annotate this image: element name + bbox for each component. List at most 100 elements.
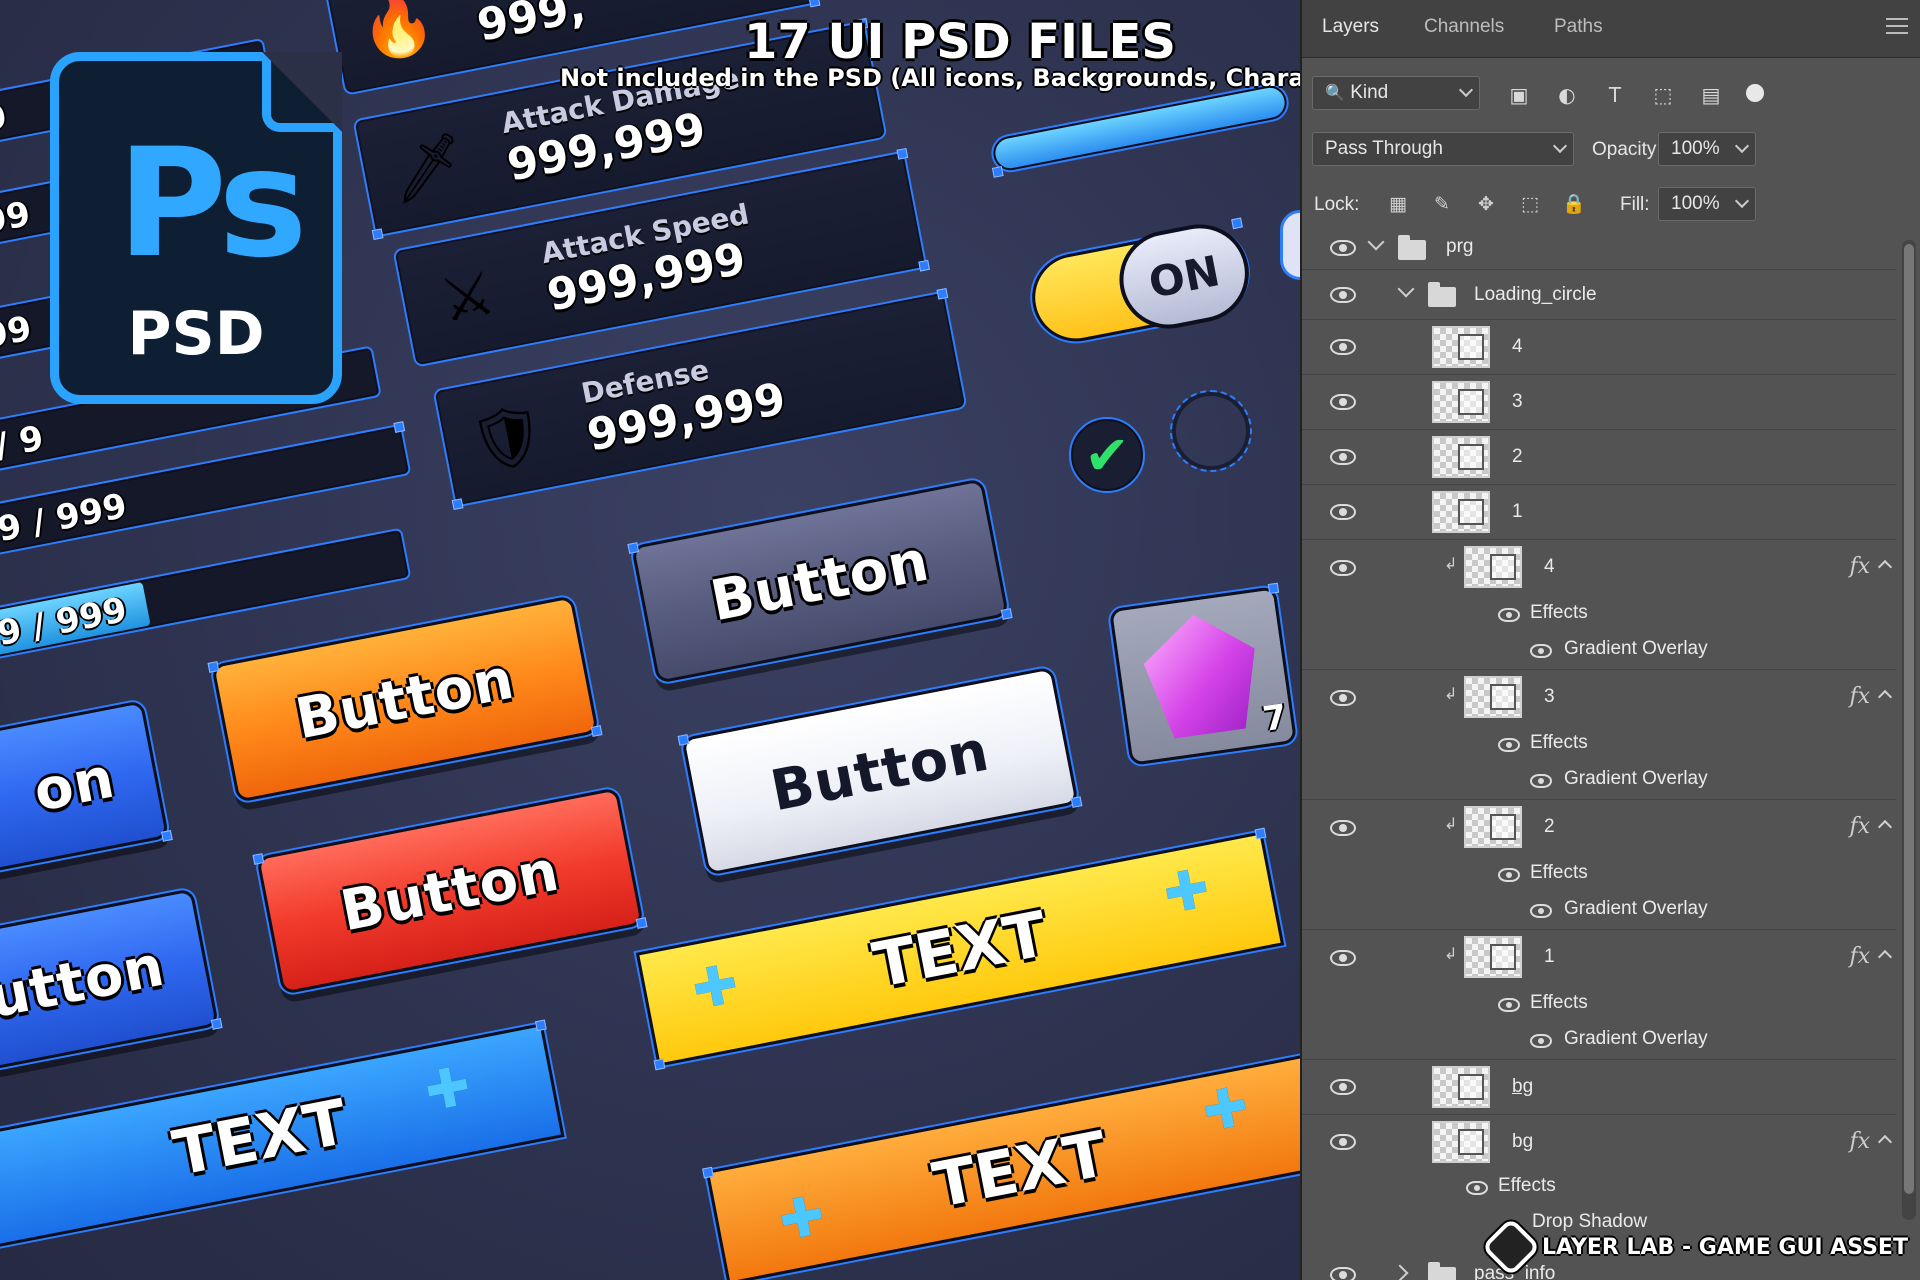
type-filter-icon[interactable]: T <box>1602 82 1628 108</box>
layer-row[interactable]: 3 <box>1302 375 1896 430</box>
selection-handle[interactable] <box>627 542 640 554</box>
button-blue-bottom[interactable]: utton <box>0 885 223 1097</box>
chevron-up-icon[interactable] <box>1877 949 1893 965</box>
visibility-eye-icon[interactable] <box>1498 868 1520 882</box>
chevron-up-icon[interactable] <box>1877 1134 1893 1150</box>
visibility-eye-icon[interactable] <box>1530 644 1552 658</box>
chevron-down-icon[interactable] <box>1397 280 1415 298</box>
smart-object-filter-icon[interactable]: ▤ <box>1698 82 1724 108</box>
visibility-eye-icon[interactable] <box>1330 1134 1356 1150</box>
selection-handle[interactable] <box>590 725 603 737</box>
visibility-eye-icon[interactable] <box>1330 820 1356 836</box>
visibility-eye-icon[interactable] <box>1330 690 1356 706</box>
layer-row-clipped[interactable]: ↲ 2 fx Effects Gradient Overlay <box>1302 800 1896 930</box>
selection-handle[interactable] <box>653 1058 666 1071</box>
selection-handle[interactable] <box>702 1166 714 1179</box>
ribbon-orange[interactable]: ✚ ✚ TEXT <box>702 1049 1300 1280</box>
pixel-filter-icon[interactable]: ▣ <box>1506 82 1532 108</box>
tab-channels[interactable]: Channels <box>1424 16 1504 38</box>
opacity-input[interactable]: 100% <box>1658 132 1756 166</box>
fill-input[interactable]: 100% <box>1658 187 1756 221</box>
chevron-up-icon[interactable] <box>1877 819 1893 835</box>
item-slot[interactable]: 7 <box>1106 582 1300 769</box>
fx-icon[interactable]: fx <box>1849 944 1870 969</box>
selection-handle[interactable] <box>936 287 949 300</box>
visibility-eye-icon[interactable] <box>1498 608 1520 622</box>
adjustment-filter-icon[interactable]: ◐ <box>1554 82 1580 108</box>
visibility-eye-icon[interactable] <box>1330 560 1356 576</box>
panel-menu-icon[interactable] <box>1886 18 1908 34</box>
layer-row[interactable]: 1 <box>1302 485 1896 540</box>
button-orange[interactable]: Button <box>207 592 603 806</box>
lock-move-icon[interactable]: ✥ <box>1474 192 1498 216</box>
layer-row-clipped[interactable]: ↲ 3 fx Effects Gradient Overlay <box>1302 670 1896 800</box>
toggle-knob[interactable]: ON <box>1111 215 1258 337</box>
selection-handle[interactable] <box>808 0 821 8</box>
fx-icon[interactable]: fx <box>1849 554 1870 579</box>
visibility-eye-icon[interactable] <box>1330 240 1356 256</box>
filter-toggle-icon[interactable] <box>1746 84 1764 102</box>
tab-layers[interactable]: Layers <box>1322 16 1379 38</box>
lock-transparent-icon[interactable]: ▦ <box>1386 192 1410 216</box>
visibility-eye-icon[interactable] <box>1530 774 1552 788</box>
visibility-eye-icon[interactable] <box>1530 1034 1552 1048</box>
layer-row[interactable]: bg <box>1302 1060 1896 1115</box>
layer-list-scrollbar[interactable] <box>1902 240 1916 1220</box>
fx-icon[interactable]: fx <box>1849 684 1870 709</box>
selection-handle[interactable] <box>1254 827 1267 840</box>
lock-all-icon[interactable]: 🔒 <box>1562 192 1586 216</box>
selection-handle[interactable] <box>210 1018 223 1030</box>
selection-handle[interactable] <box>451 498 464 511</box>
tab-paths[interactable]: Paths <box>1554 16 1603 38</box>
chevron-right-icon[interactable] <box>1391 1264 1409 1280</box>
checkbox-checked[interactable]: ✔ <box>1069 417 1145 493</box>
visibility-eye-icon[interactable] <box>1330 950 1356 966</box>
selection-handle[interactable] <box>371 228 384 241</box>
filter-kind-select[interactable]: 🔍 Kind <box>1312 76 1480 110</box>
fx-icon[interactable]: fx <box>1849 814 1870 839</box>
fx-icon[interactable]: fx <box>1849 1129 1870 1154</box>
canvas[interactable]: 99 999 / 99 9 / 9 999 / 999 999 / 999 🔥 … <box>0 0 1300 1280</box>
layer-list[interactable]: prg Loading_circle 4 3 2 1 ↲ 4 fx Effect… <box>1302 226 1896 1280</box>
selection-handle[interactable] <box>677 734 690 746</box>
layer-row[interactable]: 4 <box>1302 320 1896 375</box>
selection-handle[interactable] <box>896 147 909 160</box>
selection-handle[interactable] <box>918 259 930 272</box>
selection-handle[interactable] <box>1070 796 1083 808</box>
visibility-eye-icon[interactable] <box>1498 998 1520 1012</box>
visibility-eye-icon[interactable] <box>1466 1181 1488 1195</box>
selection-handle[interactable] <box>991 166 1004 178</box>
blend-mode-select[interactable]: Pass Through <box>1312 132 1574 166</box>
button-red[interactable]: Button <box>252 784 648 998</box>
chevron-up-icon[interactable] <box>1877 689 1893 705</box>
layer-row-group[interactable]: prg <box>1302 226 1896 270</box>
visibility-eye-icon[interactable] <box>1330 1267 1356 1280</box>
visibility-eye-icon[interactable] <box>1498 738 1520 752</box>
layer-row-clipped[interactable]: ↲ 1 fx Effects Gradient Overlay <box>1302 930 1896 1060</box>
button-white[interactable]: Button <box>677 663 1083 879</box>
button-slate[interactable]: Button <box>627 475 1013 687</box>
selection-handle[interactable] <box>635 917 648 929</box>
ribbon-blue[interactable]: ✚ TEXT <box>0 1019 567 1255</box>
layer-row[interactable]: 2 <box>1302 430 1896 485</box>
selection-handle[interactable] <box>252 853 265 865</box>
visibility-eye-icon[interactable] <box>1330 1079 1356 1095</box>
selection-handle[interactable] <box>393 421 406 433</box>
chevron-up-icon[interactable] <box>1877 559 1893 575</box>
selection-handle[interactable] <box>161 830 173 842</box>
visibility-eye-icon[interactable] <box>1530 904 1552 918</box>
slider-track[interactable] <box>988 79 1292 178</box>
visibility-eye-icon[interactable] <box>1330 287 1356 303</box>
chevron-down-icon[interactable] <box>1367 233 1385 251</box>
button-blue-top[interactable]: on <box>0 697 173 905</box>
lock-brush-icon[interactable]: ✎ <box>1430 192 1454 216</box>
selection-handle[interactable] <box>534 1019 547 1032</box>
scrollbar-thumb[interactable] <box>1904 244 1914 1194</box>
toggle-switch[interactable]: ON <box>1022 215 1258 352</box>
layer-row-group[interactable]: Loading_circle <box>1302 270 1896 320</box>
lock-artboard-icon[interactable]: ⬚ <box>1518 192 1542 216</box>
selection-handle[interactable] <box>1231 217 1243 230</box>
shape-filter-icon[interactable]: ⬚ <box>1650 82 1676 108</box>
selection-handle[interactable] <box>1000 608 1013 620</box>
layer-row-clipped[interactable]: ↲ 4 fx Effects Gradient Overlay <box>1302 540 1896 670</box>
